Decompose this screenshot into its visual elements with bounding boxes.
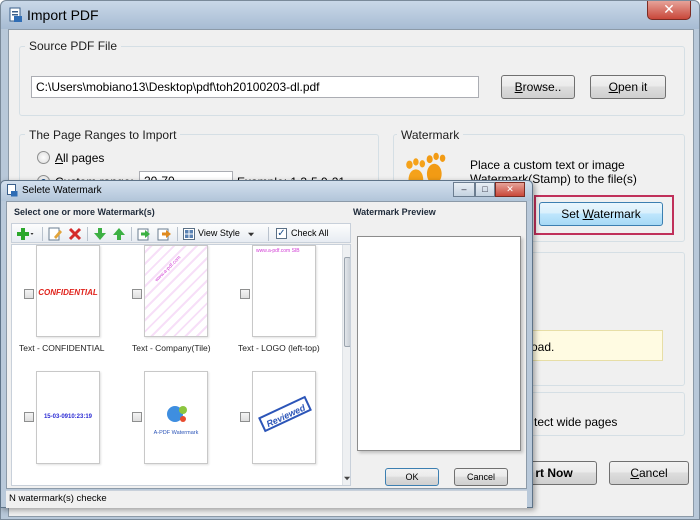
watermark-description-line1: Place a custom text or image: [470, 158, 625, 172]
dialog-titlebar[interactable]: Selete Watermark – □ ✕: [1, 181, 532, 201]
date-thumb-text: 15-03-0910:23:19: [43, 414, 93, 420]
dialog-cancel-label: Cancel: [466, 472, 495, 482]
cancel-button-mnemonic: C: [630, 466, 639, 480]
select-watermark-dialog: Selete Watermark – □ ✕ Select one or mor…: [0, 180, 533, 508]
toolbar-separator: [87, 227, 88, 241]
edit-icon[interactable]: [47, 226, 63, 242]
watermark-checkbox[interactable]: [240, 412, 250, 422]
move-up-icon[interactable]: [111, 226, 127, 242]
scrollbar-thumb[interactable]: [344, 257, 350, 347]
main-titlebar[interactable]: Import PDF ✕: [1, 1, 699, 29]
check-all-toggle[interactable]: ✓ Check All: [274, 226, 344, 242]
export-icon[interactable]: [156, 226, 172, 242]
watermark-thumbnail[interactable]: CONFIDENTIAL: [36, 245, 100, 337]
view-style-button[interactable]: View Style: [182, 226, 260, 242]
source-pdf-path-value: C:\Users\mobiano13\Desktop\pdf\toh201002…: [36, 80, 320, 94]
watermark-checkbox[interactable]: [132, 412, 142, 422]
browse-button-label: rowse..: [522, 80, 562, 94]
watermark-thumbnail[interactable]: www.a-pdf.com SIB: [252, 245, 316, 337]
delete-icon[interactable]: [67, 226, 83, 242]
watermark-checkbox[interactable]: [24, 412, 34, 422]
watermark-list-header: Select one or more Watermark(s): [14, 207, 155, 217]
check-all-label: Check All: [291, 228, 329, 238]
start-now-button-label: rt Now: [535, 466, 573, 480]
view-style-icon: [183, 228, 195, 240]
dialog-title: Selete Watermark: [22, 185, 102, 196]
watermark-group-title: Watermark: [397, 128, 464, 142]
watermark-thumbnail[interactable]: www.a-pdf.com: [144, 245, 208, 337]
reviewed-stamp: Reviewed: [258, 395, 312, 433]
close-icon[interactable]: ✕: [647, 1, 691, 20]
confidential-thumb-text: CONFIDENTIAL: [38, 288, 98, 297]
import-icon[interactable]: [136, 226, 152, 242]
status-text: N watermark(s) checke: [9, 493, 107, 504]
add-icon[interactable]: [15, 226, 31, 242]
watermark-thumbnail[interactable]: 15-03-0910:23:19: [36, 371, 100, 464]
all-pages-radio[interactable]: [37, 151, 50, 164]
source-pdf-group-title: Source PDF File: [25, 39, 122, 53]
browse-button[interactable]: Browse..: [501, 75, 575, 99]
view-style-chevron-icon: [248, 232, 255, 237]
dialog-client-area: Select one or more Watermark(s) Watermar…: [6, 201, 527, 489]
page-ranges-group-title: The Page Ranges to Import: [25, 128, 181, 142]
dialog-app-icon: [7, 184, 18, 197]
all-pages-mnemonic: A: [55, 151, 64, 165]
watermark-thumbnail[interactable]: A-PDF Watermark: [144, 371, 208, 464]
all-pages-label[interactable]: All pages: [55, 151, 104, 165]
watermark-checkbox[interactable]: [240, 289, 250, 299]
watermark-preview-header: Watermark Preview: [353, 207, 436, 217]
add-dropdown-chevron-icon[interactable]: [30, 226, 38, 242]
load-info-text: oad.: [531, 340, 555, 354]
source-pdf-path-input[interactable]: C:\Users\mobiano13\Desktop\pdf\toh201002…: [31, 76, 479, 98]
toolbar-separator: [268, 227, 269, 241]
logo-thumb-text: www.a-pdf.com SIB: [256, 248, 300, 254]
view-style-label: View Style: [198, 228, 240, 238]
watermark-thumbnail[interactable]: Reviewed: [252, 371, 316, 464]
watermark-toolbar: View Style ✓ Check All: [11, 223, 351, 243]
watermark-caption: Text - Company(Tile): [132, 343, 211, 353]
watermark-preview-box: [357, 236, 521, 451]
watermark-checkbox[interactable]: [132, 289, 142, 299]
load-info-banner: oad.: [521, 330, 663, 361]
detect-wide-pages-label[interactable]: tect wide pages: [534, 415, 617, 429]
dialog-ok-button[interactable]: OK: [385, 468, 439, 486]
watermark-checkbox[interactable]: [24, 289, 34, 299]
watermark-list-scrollbar[interactable]: [342, 245, 351, 485]
reviewed-thumb-text: Reviewed: [264, 402, 307, 430]
apdf-thumb-text: A-PDF Watermark: [153, 430, 199, 436]
dialog-cancel-button[interactable]: Cancel: [454, 468, 508, 486]
apdf-logo-icon: [167, 406, 187, 422]
maximize-icon[interactable]: □: [475, 182, 495, 197]
toolbar-separator: [131, 227, 132, 241]
watermark-list: CONFIDENTIAL Text - CONFIDENTIAL www.a-p…: [11, 244, 351, 486]
window-title: Import PDF: [27, 7, 99, 23]
dialog-statusbar: N watermark(s) checke: [6, 490, 527, 508]
watermark-caption: Text - CONFIDENTIAL: [19, 343, 105, 353]
import-pdf-app-icon: [9, 7, 22, 22]
browse-button-mnemonic: B: [514, 80, 523, 94]
all-pages-label-rest: ll pages: [63, 151, 105, 165]
watermark-caption: Text - LOGO (left-top): [238, 343, 320, 353]
open-it-button[interactable]: Open it: [590, 75, 666, 99]
dialog-ok-label: OK: [405, 472, 419, 482]
scroll-down-arrow-icon[interactable]: [344, 475, 351, 482]
close-icon[interactable]: ✕: [495, 182, 525, 197]
open-it-button-label: pen it: [617, 80, 648, 94]
cancel-button-label: ancel: [638, 466, 668, 480]
check-all-checkbox: ✓: [276, 228, 287, 239]
minimize-icon[interactable]: –: [453, 182, 475, 197]
open-it-button-mnemonic: O: [608, 80, 618, 94]
toolbar-separator: [42, 227, 43, 241]
move-down-icon[interactable]: [92, 226, 108, 242]
cancel-button[interactable]: Cancel: [609, 461, 689, 485]
toolbar-separator: [177, 227, 178, 241]
set-watermark-highlight: [534, 195, 674, 235]
company-tile-thumb-text: www.a-pdf.com: [153, 254, 183, 284]
